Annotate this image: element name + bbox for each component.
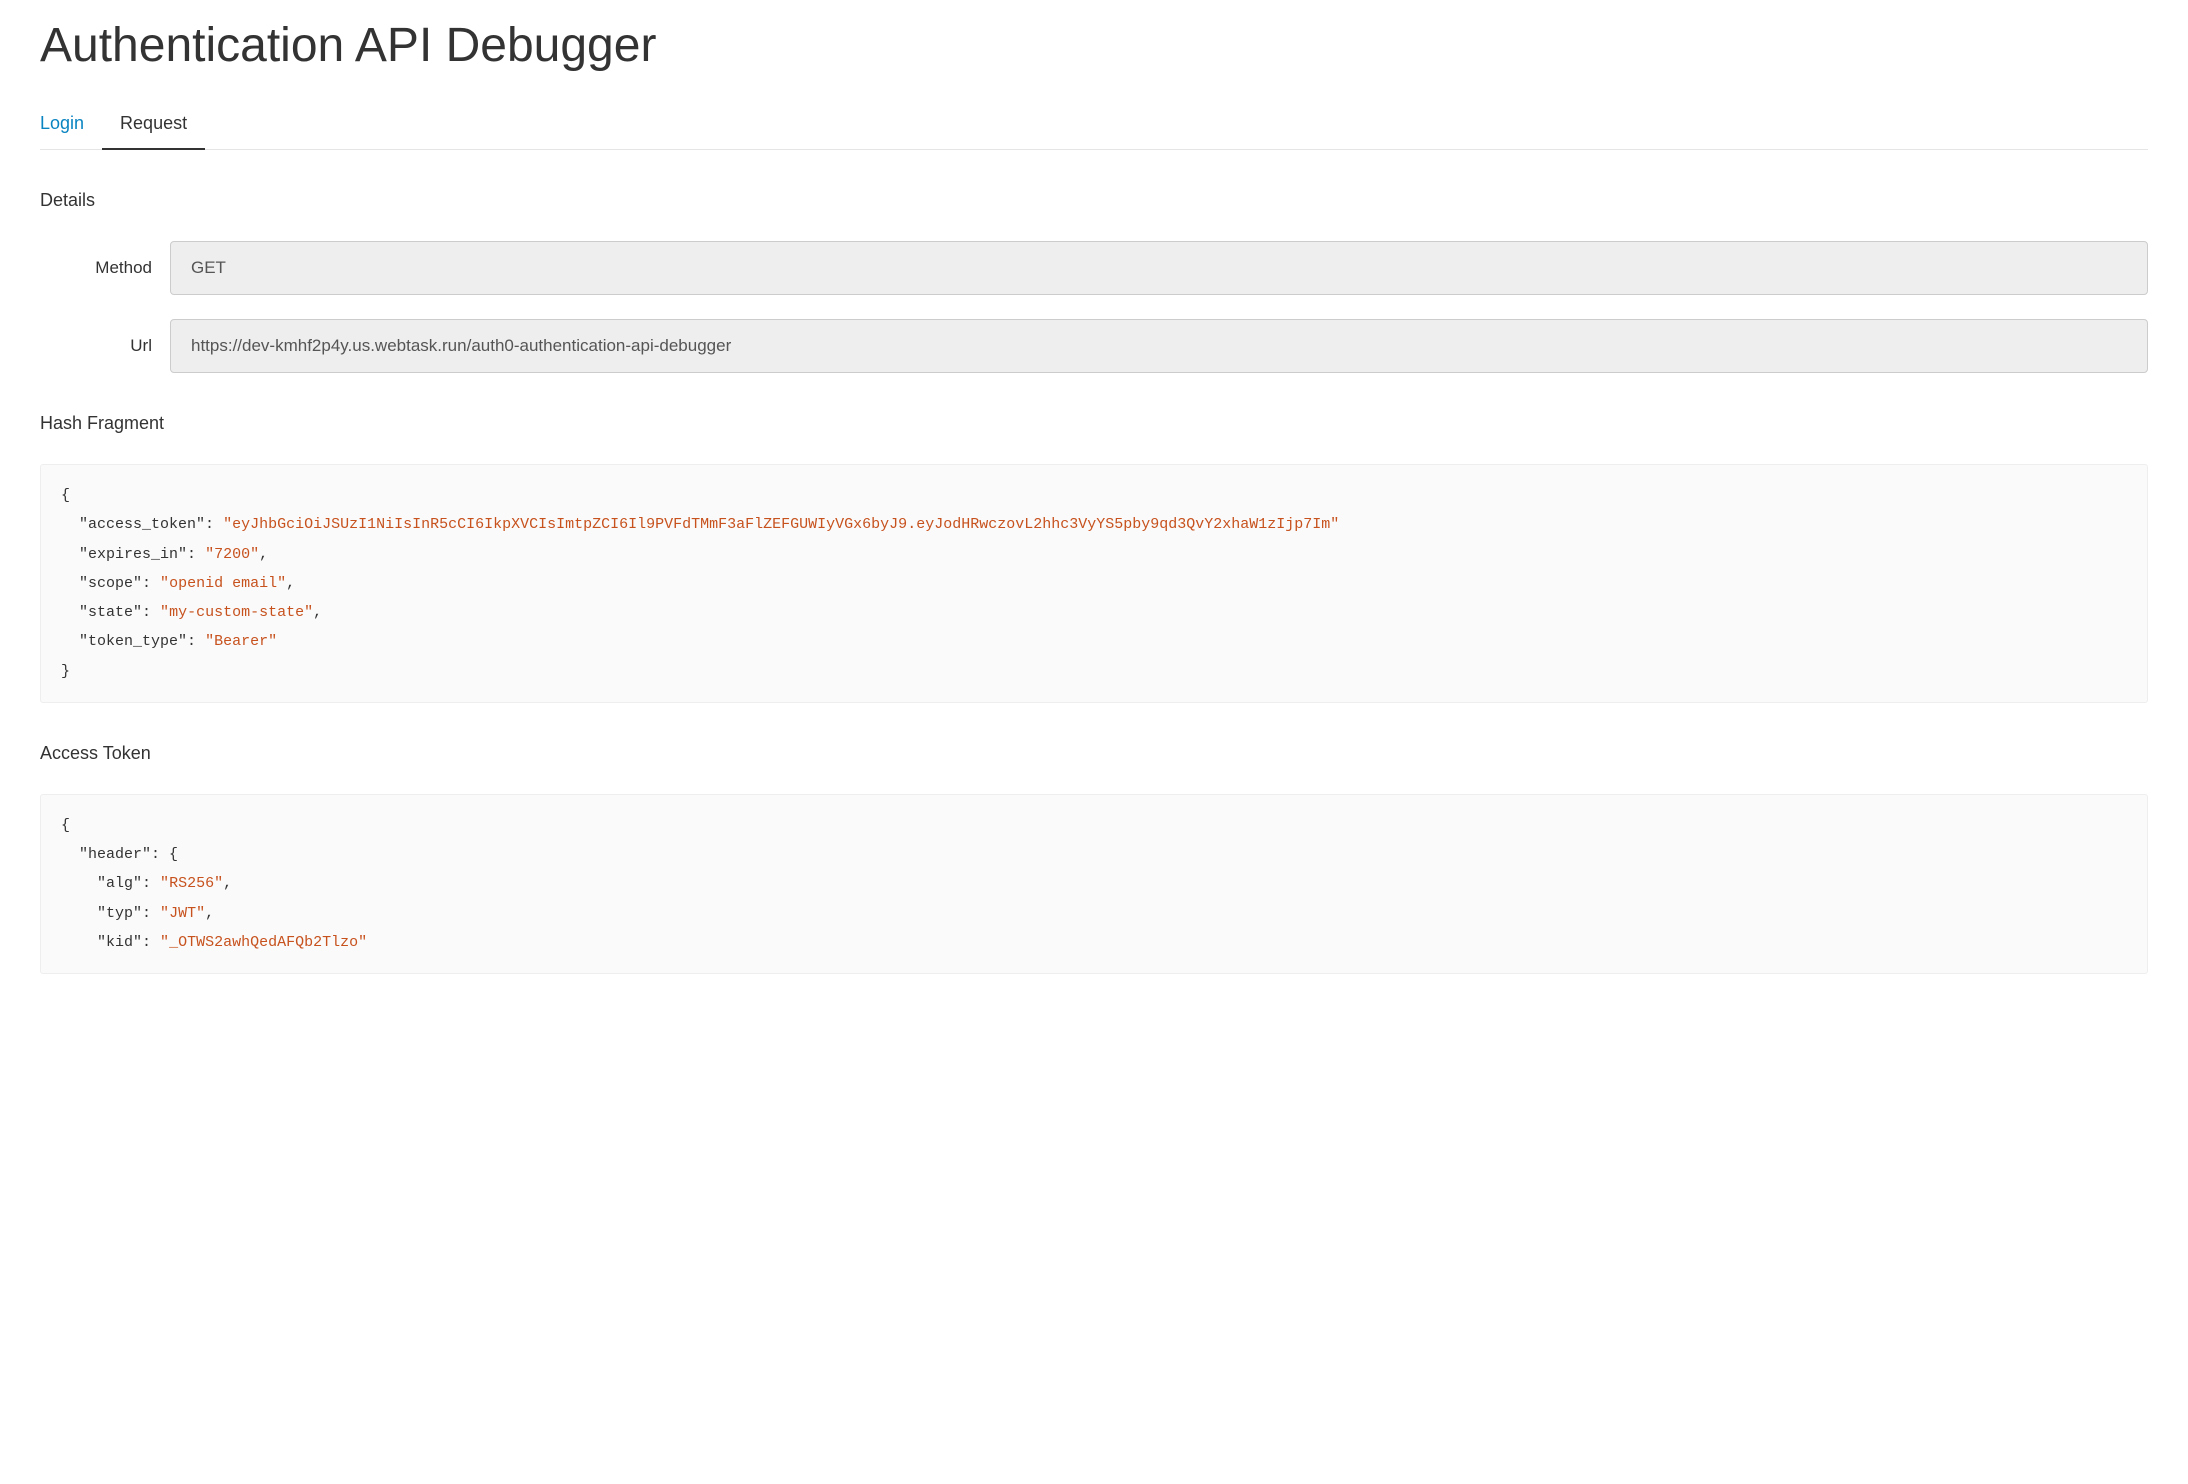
access-token-code: { "header": { "alg": "RS256", "typ": "JW… bbox=[40, 794, 2148, 974]
tab-login[interactable]: Login bbox=[40, 103, 102, 149]
hash-fragment-heading: Hash Fragment bbox=[40, 413, 2148, 434]
url-field: https://dev-kmhf2p4y.us.webtask.run/auth… bbox=[170, 319, 2148, 373]
jwt-kid: _OTWS2awhQedAFQb2Tlzo bbox=[169, 934, 358, 951]
method-row: Method GET bbox=[40, 241, 2148, 295]
access-token-heading: Access Token bbox=[40, 743, 2148, 764]
hash-fragment-code: { "access_token": "eyJhbGciOiJSUzI1NiIsI… bbox=[40, 464, 2148, 703]
hash-token-type: Bearer bbox=[214, 633, 268, 650]
hash-expires-in: 7200 bbox=[214, 546, 250, 563]
jwt-alg: RS256 bbox=[169, 875, 214, 892]
method-label: Method bbox=[40, 258, 170, 278]
method-field: GET bbox=[170, 241, 2148, 295]
details-heading: Details bbox=[40, 190, 2148, 211]
url-row: Url https://dev-kmhf2p4y.us.webtask.run/… bbox=[40, 319, 2148, 373]
hash-scope: openid email bbox=[169, 575, 277, 592]
jwt-typ: JWT bbox=[169, 905, 196, 922]
url-label: Url bbox=[40, 336, 170, 356]
tab-request[interactable]: Request bbox=[102, 103, 205, 150]
tabs: Login Request bbox=[40, 103, 2148, 150]
page-title: Authentication API Debugger bbox=[40, 18, 2148, 73]
hash-access-token: eyJhbGciOiJSUzI1NiIsInR5cCI6IkpXVCIsImtp… bbox=[232, 516, 1330, 533]
hash-state: my-custom-state bbox=[169, 604, 304, 621]
